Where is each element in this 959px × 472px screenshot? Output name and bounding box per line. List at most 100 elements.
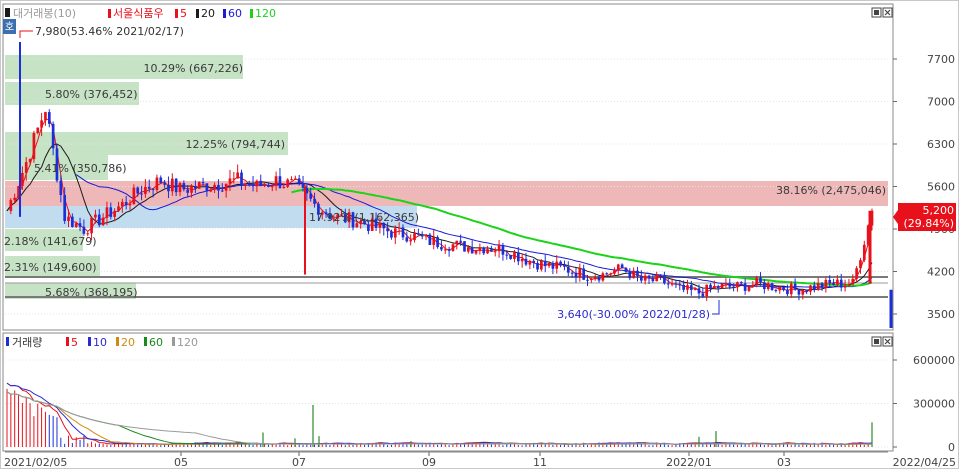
price-panel-close-icon[interactable] [882, 7, 893, 18]
candle-body [21, 172, 24, 187]
candle-body [609, 273, 612, 275]
candle-body [686, 285, 689, 290]
candle-body [117, 206, 120, 211]
volume-panel-close-icon[interactable] [882, 336, 893, 347]
legend-ma-60: 60 [228, 7, 242, 20]
candle-body [244, 183, 247, 185]
date-tick-label: 2022/01 [666, 456, 712, 469]
date-tick-label: 07 [292, 456, 306, 469]
candle-body [655, 274, 659, 282]
candle-body [44, 112, 47, 121]
candle-body [501, 245, 505, 255]
candle-body [474, 250, 478, 254]
stock-name: 서울식품우 [113, 7, 164, 20]
legend-marker [116, 337, 119, 346]
price-tag-change: (29.84%) [903, 217, 954, 230]
candle-body [90, 217, 93, 234]
candle-body [82, 226, 86, 234]
price-tick-label: 7000 [927, 96, 955, 109]
volume-profile-label: 5.80% (376,452) [45, 88, 138, 101]
candle-body [463, 241, 466, 252]
candle-body [855, 268, 858, 279]
legend-ma-20: 20 [201, 7, 215, 20]
candle-body [789, 283, 793, 295]
candle-body [228, 178, 232, 184]
candle-body [255, 180, 259, 187]
candle-body [543, 260, 547, 267]
date-tick-label: 11 [533, 456, 547, 469]
candle-body [124, 201, 128, 206]
volume-legend-ma-10: 10 [93, 336, 107, 349]
candle-body [274, 176, 278, 187]
candle-body [582, 268, 586, 280]
candle-body [97, 214, 101, 226]
candle-body [493, 251, 497, 253]
candle-body [824, 279, 828, 288]
candle-body [559, 261, 562, 266]
candle-body [28, 159, 32, 163]
candle-body [816, 283, 820, 290]
candle-body [186, 189, 190, 193]
stock-chart-window: 7700700063005600490042003500 10.29% (667… [0, 0, 959, 469]
candle-body [163, 182, 166, 185]
candle-body [851, 278, 855, 285]
candle-body [309, 193, 313, 199]
candle-body [797, 289, 801, 295]
candle-body [432, 237, 436, 245]
candle-body [259, 180, 263, 187]
candle-body [440, 247, 443, 250]
candle-body [205, 183, 209, 192]
candle-body [478, 247, 482, 251]
candle-body [313, 198, 316, 204]
candle-body [555, 261, 559, 269]
candle-body [632, 270, 635, 279]
candle-body [836, 279, 839, 285]
candle-body [466, 247, 470, 252]
candle-body [420, 234, 424, 237]
chart-canvas[interactable]: 7700700063005600490042003500 10.29% (667… [0, 0, 959, 469]
candle-body [78, 223, 82, 227]
volume-profile-label: 12.25% (794,744) [185, 138, 285, 151]
candle-body [782, 286, 785, 291]
candle-body [482, 247, 486, 254]
candle-body [563, 265, 566, 267]
candle-body [405, 237, 409, 242]
candle-body [159, 177, 163, 183]
legend-marker [5, 8, 10, 17]
candle-body [547, 262, 551, 267]
volume-profile-label: 2.18% (141,679) [4, 235, 97, 248]
candle-body [839, 279, 843, 288]
candle-body [201, 182, 205, 184]
candle-body [167, 184, 170, 192]
candle-body [290, 179, 293, 181]
price-tick-label: 3500 [927, 308, 955, 321]
candle-body [747, 286, 751, 291]
candle-body [140, 193, 143, 195]
candle-body [367, 224, 370, 231]
candle-body [109, 207, 113, 217]
candle-body [105, 207, 109, 218]
candle-body [13, 197, 17, 201]
candle-body [155, 177, 159, 191]
candle-body [697, 288, 701, 294]
legend-marker [108, 9, 111, 18]
candle-body [805, 289, 808, 292]
candle-body [774, 290, 778, 292]
candle-body [590, 278, 593, 280]
volume-panel-max-icon[interactable] [871, 336, 882, 347]
candle-body [616, 264, 620, 271]
price-panel-max-icon[interactable] [871, 7, 882, 18]
candle-body [417, 233, 420, 235]
candle-body [170, 178, 174, 192]
candle-body [182, 183, 186, 190]
legend-marker [196, 9, 199, 18]
side-toggle-label: 호 [5, 21, 14, 33]
candle-body [451, 244, 455, 251]
candle-body [455, 240, 459, 245]
candle-body [674, 283, 678, 285]
candle-body [443, 249, 447, 251]
candle-body [424, 234, 428, 237]
candle-body [593, 277, 597, 279]
candle-body [113, 210, 116, 217]
candle-body [586, 279, 589, 281]
